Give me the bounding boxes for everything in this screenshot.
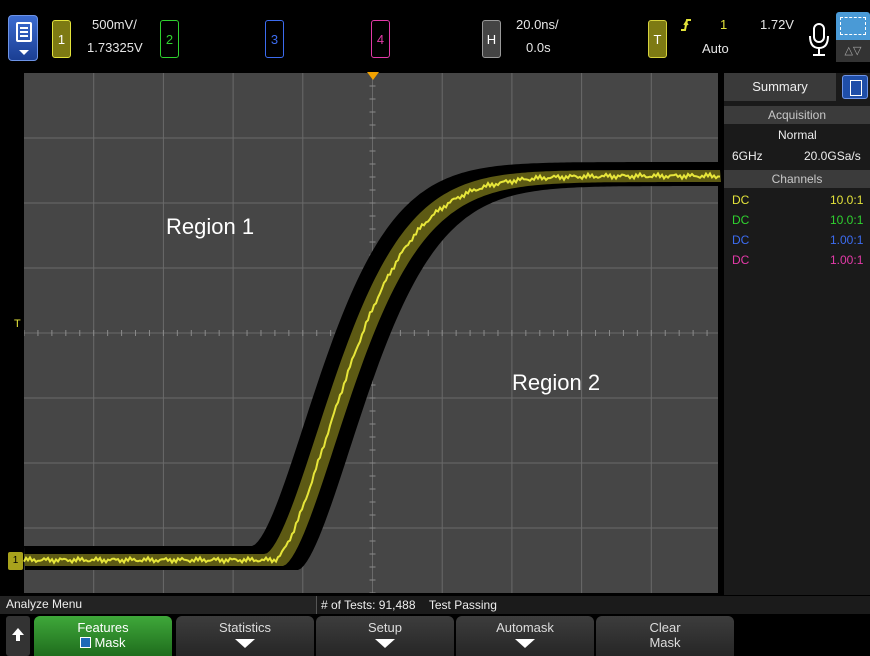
trigger-mode: Auto <box>702 41 729 56</box>
automask-label: Automask <box>496 620 554 635</box>
mask-checkbox[interactable] <box>80 637 92 648</box>
arrow-down-icon <box>235 639 255 648</box>
main-menu-button[interactable] <box>8 15 38 61</box>
clear-mask-label: Mask <box>649 635 681 650</box>
channel-4-coupling: DC <box>732 253 750 267</box>
channel-4-button[interactable]: 4 <box>371 20 390 58</box>
setup-softkey[interactable]: Setup <box>316 616 454 656</box>
trigger-source: 1 <box>720 17 728 32</box>
panel-menu-icon[interactable] <box>842 75 868 99</box>
trigger-position-marker[interactable] <box>367 72 379 80</box>
features-softkey[interactable]: Features Mask <box>34 616 172 656</box>
menu-name: Analyze Menu <box>6 597 83 611</box>
touch-icon <box>840 17 866 35</box>
sample-rate: 20.0GSa/s <box>804 149 861 163</box>
tab-summary[interactable]: Summary <box>724 73 836 101</box>
acquisition-mode: Normal <box>778 128 817 142</box>
softkey-bar: Features Mask Statistics Setup Automask … <box>0 614 870 656</box>
test-result: Test Passing <box>428 598 497 612</box>
back-button[interactable] <box>6 616 30 656</box>
rising-edge-icon <box>681 19 691 31</box>
clear-mask-softkey[interactable]: Clear Mask <box>596 616 734 656</box>
channels-header: Channels <box>724 170 870 188</box>
automask-softkey[interactable]: Automask <box>456 616 594 656</box>
statistics-label: Statistics <box>218 620 271 635</box>
status-bar: Analyze Menu # of Tests: 91,488 Test Pas… <box>0 596 870 614</box>
trigger-button[interactable]: T <box>648 20 667 58</box>
arrow-down-icon <box>515 639 535 648</box>
touch-toggle-button[interactable]: △▽ <box>836 12 870 62</box>
info-panel: Summary Acquisition Normal 6GHz 20.0GSa/… <box>724 73 870 595</box>
channel-1-button[interactable]: 1 <box>52 20 71 58</box>
statistics-softkey[interactable]: Statistics <box>176 616 314 656</box>
channel-1-offset: 1.73325V <box>87 40 143 55</box>
menu-icon <box>16 22 32 42</box>
channel-1-ground-marker[interactable]: 1 <box>8 552 23 570</box>
horizontal-delay: 0.0s <box>526 40 551 55</box>
test-count: # of Tests: 91,488 <box>321 598 416 612</box>
chevron-down-icon <box>19 50 29 55</box>
channel-3-button[interactable]: 3 <box>265 20 284 58</box>
channel-2-coupling: DC <box>732 213 750 227</box>
horizontal-button[interactable]: H <box>482 20 501 58</box>
clear-label: Clear <box>649 620 681 635</box>
channel-2-probe: 10.0:1 <box>830 213 864 227</box>
top-bar: 1 500mV/ 1.73325V 2 3 4 H 20.0ns/ 0.0s T… <box>0 0 870 70</box>
setup-label: Setup <box>368 620 402 635</box>
channel-3-probe: 1.00:1 <box>830 233 864 247</box>
features-label: Features <box>77 620 129 635</box>
channel-1-coupling: DC <box>732 193 750 207</box>
zoom-icon: △▽ <box>836 40 870 62</box>
microphone-icon[interactable] <box>807 22 831 58</box>
trigger-level-marker[interactable]: T <box>14 318 21 330</box>
channel-3-coupling: DC <box>732 233 750 247</box>
timebase-value: 20.0ns/ <box>516 17 559 32</box>
channel-1-probe: 10.0:1 <box>830 193 864 207</box>
acquisition-header: Acquisition <box>724 106 870 124</box>
channel-4-probe: 1.00:1 <box>830 253 864 267</box>
bandwidth: 6GHz <box>732 149 763 163</box>
region-2-label: Region 2 <box>512 370 601 395</box>
region-1-label: Region 1 <box>166 214 255 239</box>
waveform-display[interactable] <box>16 73 721 593</box>
graticule-grid <box>16 73 721 593</box>
mask-test-status: # of Tests: 91,488 Test Passing <box>316 596 870 614</box>
channel-1-scale: 500mV/ <box>92 17 137 32</box>
arrow-down-icon <box>375 639 395 648</box>
mask-label: Mask <box>94 635 126 650</box>
trigger-level: 1.72V <box>760 17 794 32</box>
channel-2-button[interactable]: 2 <box>160 20 179 58</box>
